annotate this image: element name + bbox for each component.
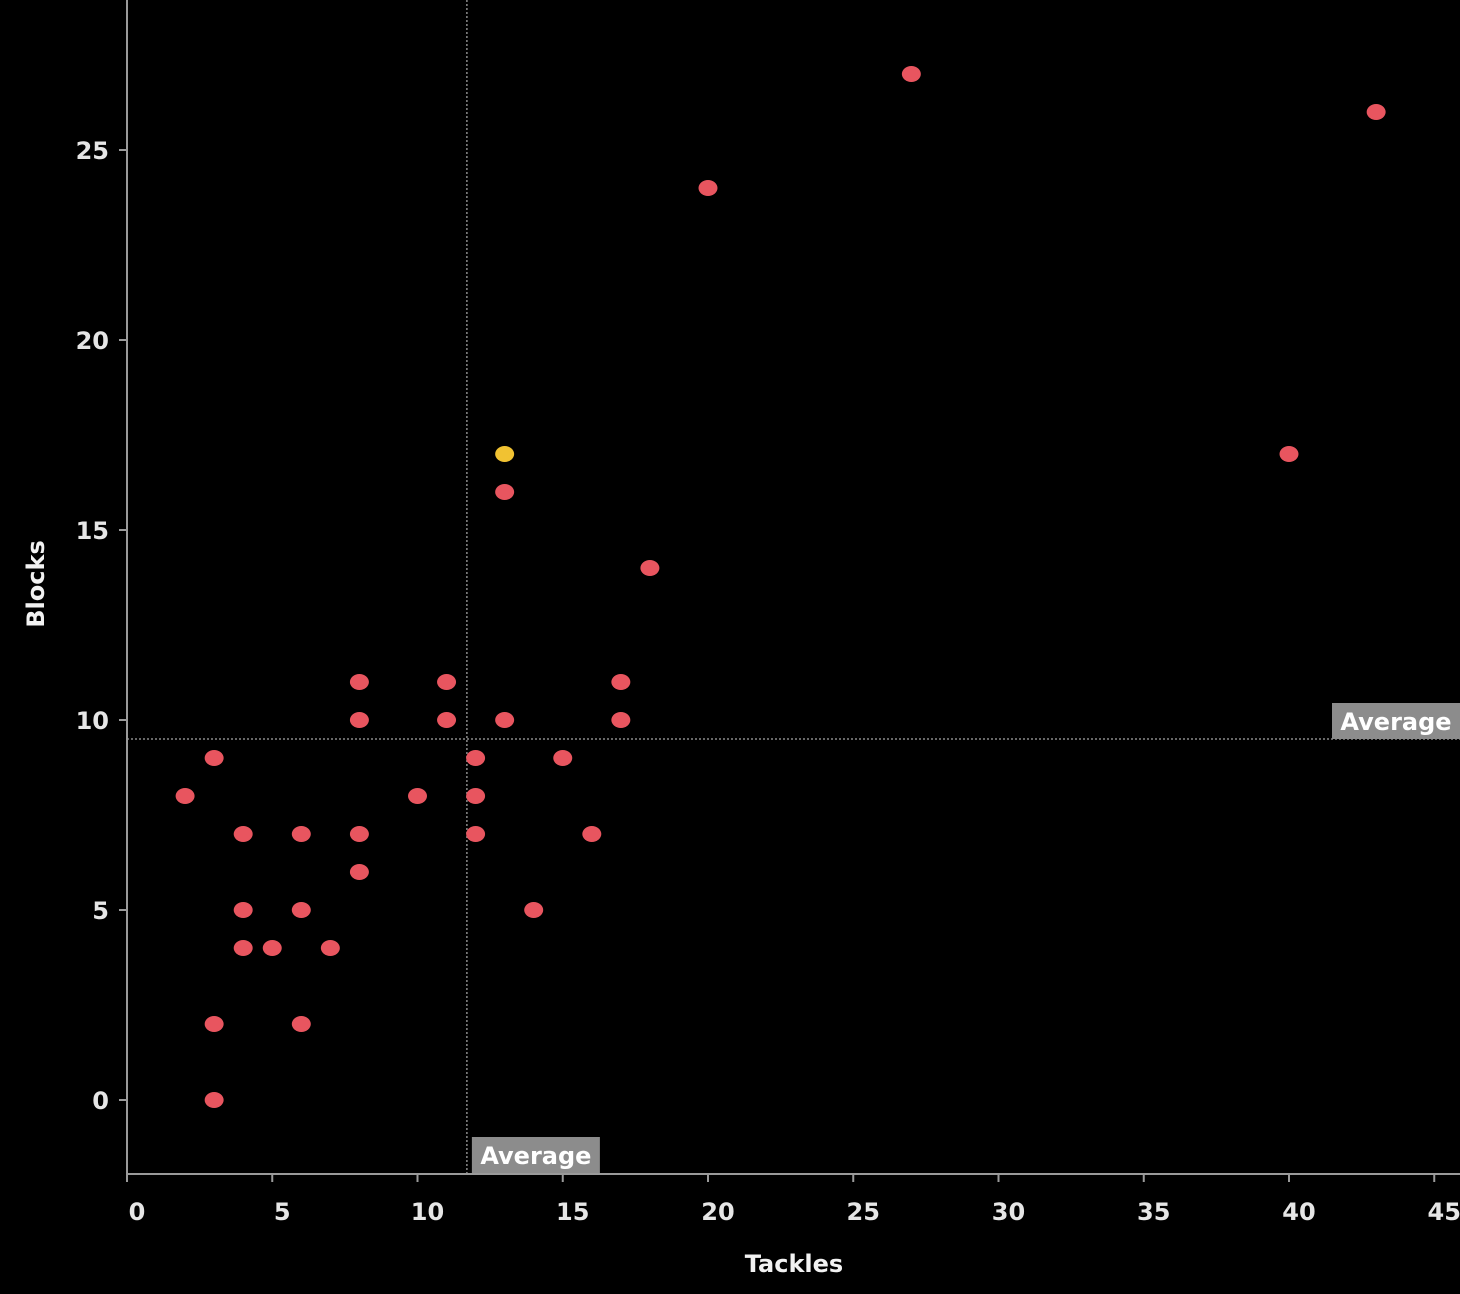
- data-point: [437, 674, 457, 690]
- x-tick-label: 20: [701, 1198, 734, 1226]
- data-point: [291, 902, 311, 918]
- data-point: [524, 902, 544, 918]
- data-point: [611, 712, 631, 728]
- x-tick-label: 40: [1282, 1198, 1315, 1226]
- data-point: [466, 750, 486, 766]
- x-tick-label: 15: [556, 1198, 589, 1226]
- data-point: [349, 712, 369, 728]
- scatter-chart: 0 5 10 15 20 25 30 35 40 45 0 5 10 15 20 25 Average Aver…: [0, 0, 1460, 1294]
- y-tick-label: 25: [76, 137, 109, 165]
- data-point: [611, 674, 631, 690]
- data-point: [233, 902, 253, 918]
- data-point-highlighted: [495, 446, 515, 462]
- data-point: [640, 560, 660, 576]
- x-tick-label: 0: [129, 1198, 146, 1226]
- data-point: [553, 750, 573, 766]
- data-point: [408, 788, 427, 804]
- x-tick-label: 10: [411, 1198, 444, 1226]
- data-point: [291, 826, 311, 842]
- average-x-label: Average: [480, 1142, 591, 1170]
- data-point: [204, 1092, 224, 1108]
- data-point: [204, 1016, 224, 1032]
- data-point: [495, 484, 515, 500]
- x-tick-label: 45: [1428, 1198, 1460, 1226]
- data-point: [233, 940, 253, 956]
- data-point: [698, 180, 718, 196]
- data-point: [466, 788, 486, 804]
- y-tick-label: 20: [76, 327, 109, 355]
- data-point: [582, 826, 602, 842]
- data-point: [349, 826, 369, 842]
- data-point: [349, 674, 369, 690]
- y-tick-label: 10: [76, 707, 109, 735]
- average-y-label: Average: [1340, 708, 1451, 736]
- data-point: [901, 66, 921, 82]
- x-tick-label: 5: [274, 1198, 291, 1226]
- data-point: [262, 940, 282, 956]
- data-point: [437, 712, 457, 728]
- data-point: [349, 864, 369, 880]
- x-axis-title: Tackles: [745, 1250, 843, 1278]
- y-tick-label: 15: [76, 517, 109, 545]
- x-tick-label: 25: [847, 1198, 880, 1226]
- data-point: [466, 826, 486, 842]
- x-tick-label: 30: [992, 1198, 1025, 1226]
- y-tick-label: 0: [92, 1087, 109, 1115]
- y-tick-label: 5: [92, 897, 109, 925]
- data-point: [291, 1016, 311, 1032]
- y-axis-title: Blocks: [22, 540, 50, 627]
- data-point: [495, 712, 515, 728]
- data-point: [204, 750, 224, 766]
- data-point: [233, 826, 253, 842]
- data-point: [175, 788, 195, 804]
- data-point: [1366, 104, 1386, 120]
- data-point: [1279, 446, 1299, 462]
- x-tick-label: 35: [1137, 1198, 1170, 1226]
- data-point: [320, 940, 340, 956]
